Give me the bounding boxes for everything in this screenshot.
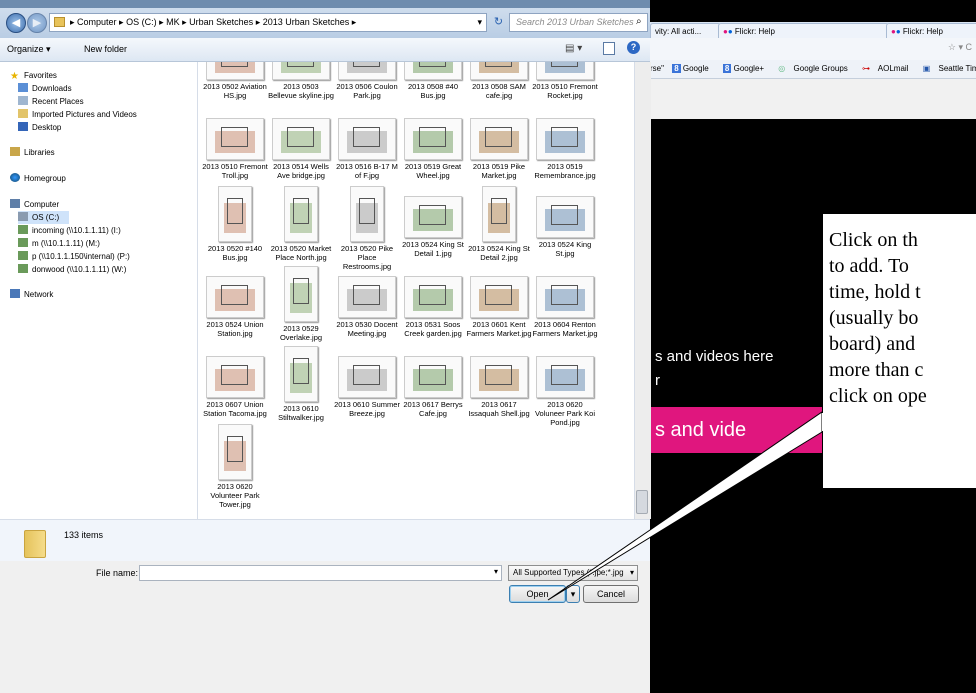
callout-pointer [547, 411, 824, 601]
